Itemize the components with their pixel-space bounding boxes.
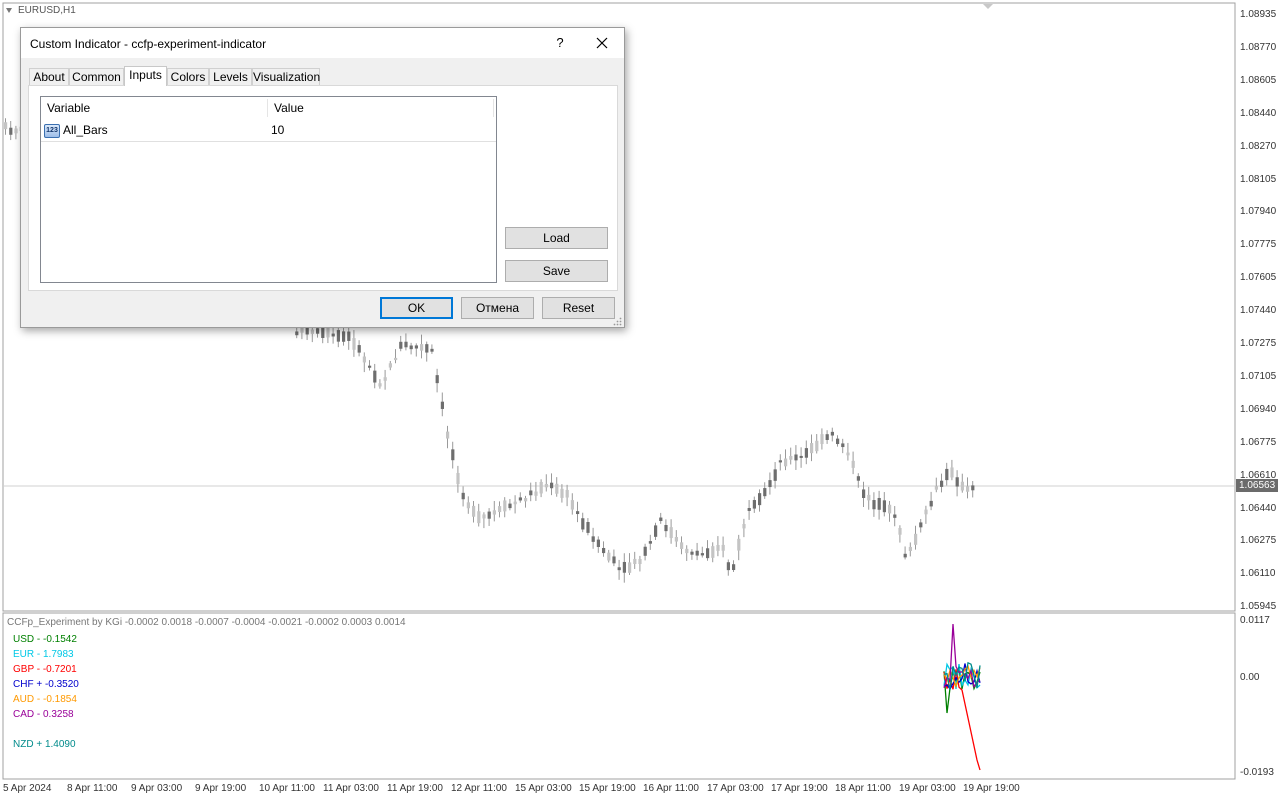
integer-param-icon: 123 bbox=[44, 124, 60, 138]
indicator-scale-label: 0.00 bbox=[1240, 672, 1260, 683]
reset-button[interactable]: Reset bbox=[542, 297, 615, 319]
time-tick-label: 19 Apr 19:00 bbox=[963, 783, 1020, 794]
price-tick-label: 1.06440 bbox=[1240, 502, 1277, 514]
price-tick-label: 1.06110 bbox=[1240, 568, 1276, 580]
param-variable[interactable]: All_Bars bbox=[63, 123, 108, 137]
resize-grip-icon[interactable] bbox=[613, 317, 622, 326]
price-tick-label: 1.07605 bbox=[1240, 272, 1277, 284]
time-tick-label: 8 Apr 11:00 bbox=[67, 783, 118, 794]
current-price-badge: 1.06563 bbox=[1236, 479, 1278, 492]
tab-inputs[interactable]: Inputs bbox=[124, 66, 167, 86]
time-tick-label: 17 Apr 03:00 bbox=[707, 783, 764, 794]
time-tick-label: 9 Apr 03:00 bbox=[131, 783, 183, 794]
indicator-scale-label: 0.0117 bbox=[1240, 615, 1270, 626]
tab-colors[interactable]: Colors bbox=[167, 68, 209, 85]
param-value[interactable]: 10 bbox=[271, 123, 284, 137]
tab-common[interactable]: Common bbox=[69, 68, 124, 85]
price-tick-label: 1.07775 bbox=[1240, 239, 1277, 251]
help-button[interactable]: ? bbox=[549, 32, 571, 54]
chart-symbol: EURUSD,H1 bbox=[18, 5, 76, 16]
time-tick-label: 5 Apr 2024 bbox=[3, 783, 52, 794]
symbol-menu-icon[interactable] bbox=[6, 8, 12, 13]
col-variable-header[interactable]: Variable bbox=[41, 97, 268, 119]
time-tick-label: 11 Apr 03:00 bbox=[323, 783, 379, 794]
tab-levels[interactable]: Levels bbox=[209, 68, 252, 85]
time-tick-label: 19 Apr 03:00 bbox=[899, 783, 956, 794]
close-icon bbox=[596, 37, 608, 49]
indicator-title: CCFp_Experiment by KGi -0.0002 0.0018 -0… bbox=[7, 617, 406, 628]
price-tick-label: 1.05945 bbox=[1240, 601, 1277, 613]
price-tick-label: 1.08270 bbox=[1240, 140, 1277, 152]
tab-visualization[interactable]: Visualization bbox=[252, 68, 320, 85]
load-button[interactable]: Load bbox=[505, 227, 608, 249]
dialog-titlebar[interactable]: Custom Indicator - ccfp-experiment-indic… bbox=[21, 28, 624, 58]
price-tick-label: 1.06275 bbox=[1240, 535, 1277, 547]
price-tick-label: 1.08105 bbox=[1240, 173, 1277, 185]
price-tick-label: 1.08605 bbox=[1240, 74, 1277, 86]
legend-currency-row: CAD - 0.3258 bbox=[13, 709, 74, 720]
dialog-title: Custom Indicator - ccfp-experiment-indic… bbox=[30, 37, 267, 51]
price-tick-label: 1.08440 bbox=[1240, 107, 1277, 119]
inputs-grid[interactable]: Variable Value 123 All_Bars 10 bbox=[40, 96, 497, 283]
save-button[interactable]: Save bbox=[505, 260, 608, 282]
legend-currency-row: USD - -0.1542 bbox=[13, 634, 77, 645]
time-tick-label: 15 Apr 03:00 bbox=[515, 783, 572, 794]
tab-about[interactable]: About bbox=[29, 68, 69, 85]
time-tick-label: 18 Apr 11:00 bbox=[835, 783, 891, 794]
legend-currency-row: NZD + 1.4090 bbox=[13, 739, 76, 750]
price-tick-label: 1.07940 bbox=[1240, 206, 1277, 218]
ok-button[interactable]: OK bbox=[380, 297, 453, 319]
time-tick-label: 9 Apr 19:00 bbox=[195, 783, 247, 794]
price-tick-label: 1.07105 bbox=[1240, 370, 1277, 382]
time-tick-label: 11 Apr 19:00 bbox=[387, 783, 443, 794]
inputs-panel: Variable Value 123 All_Bars 10 Load Save bbox=[28, 85, 618, 291]
close-button[interactable] bbox=[591, 32, 613, 54]
price-tick-label: 1.06775 bbox=[1240, 436, 1277, 448]
cancel-button[interactable]: Отмена bbox=[461, 297, 534, 319]
legend-currency-row: AUD - -0.1854 bbox=[13, 694, 77, 705]
price-tick-label: 1.06940 bbox=[1240, 403, 1277, 415]
custom-indicator-dialog: Custom Indicator - ccfp-experiment-indic… bbox=[20, 27, 625, 328]
legend-currency-row: EUR - 1.7983 bbox=[13, 649, 74, 660]
legend-currency-row: GBP - -0.7201 bbox=[13, 664, 77, 675]
price-tick-label: 1.07440 bbox=[1240, 305, 1277, 317]
time-tick-label: 16 Apr 11:00 bbox=[643, 783, 699, 794]
col-value-header[interactable]: Value bbox=[268, 97, 494, 119]
time-tick-label: 10 Apr 11:00 bbox=[259, 783, 315, 794]
price-tick-label: 1.08935 bbox=[1240, 9, 1277, 20]
price-tick-label: 1.08770 bbox=[1240, 41, 1277, 53]
indicator-scale-label: -0.0193 bbox=[1240, 767, 1274, 778]
time-tick-label: 15 Apr 19:00 bbox=[579, 783, 636, 794]
time-tick-label: 17 Apr 19:00 bbox=[771, 783, 828, 794]
price-tick-label: 1.07275 bbox=[1240, 338, 1277, 349]
time-tick-label: 12 Apr 11:00 bbox=[451, 783, 507, 794]
legend-currency-row: CHF + -0.3520 bbox=[13, 679, 79, 690]
